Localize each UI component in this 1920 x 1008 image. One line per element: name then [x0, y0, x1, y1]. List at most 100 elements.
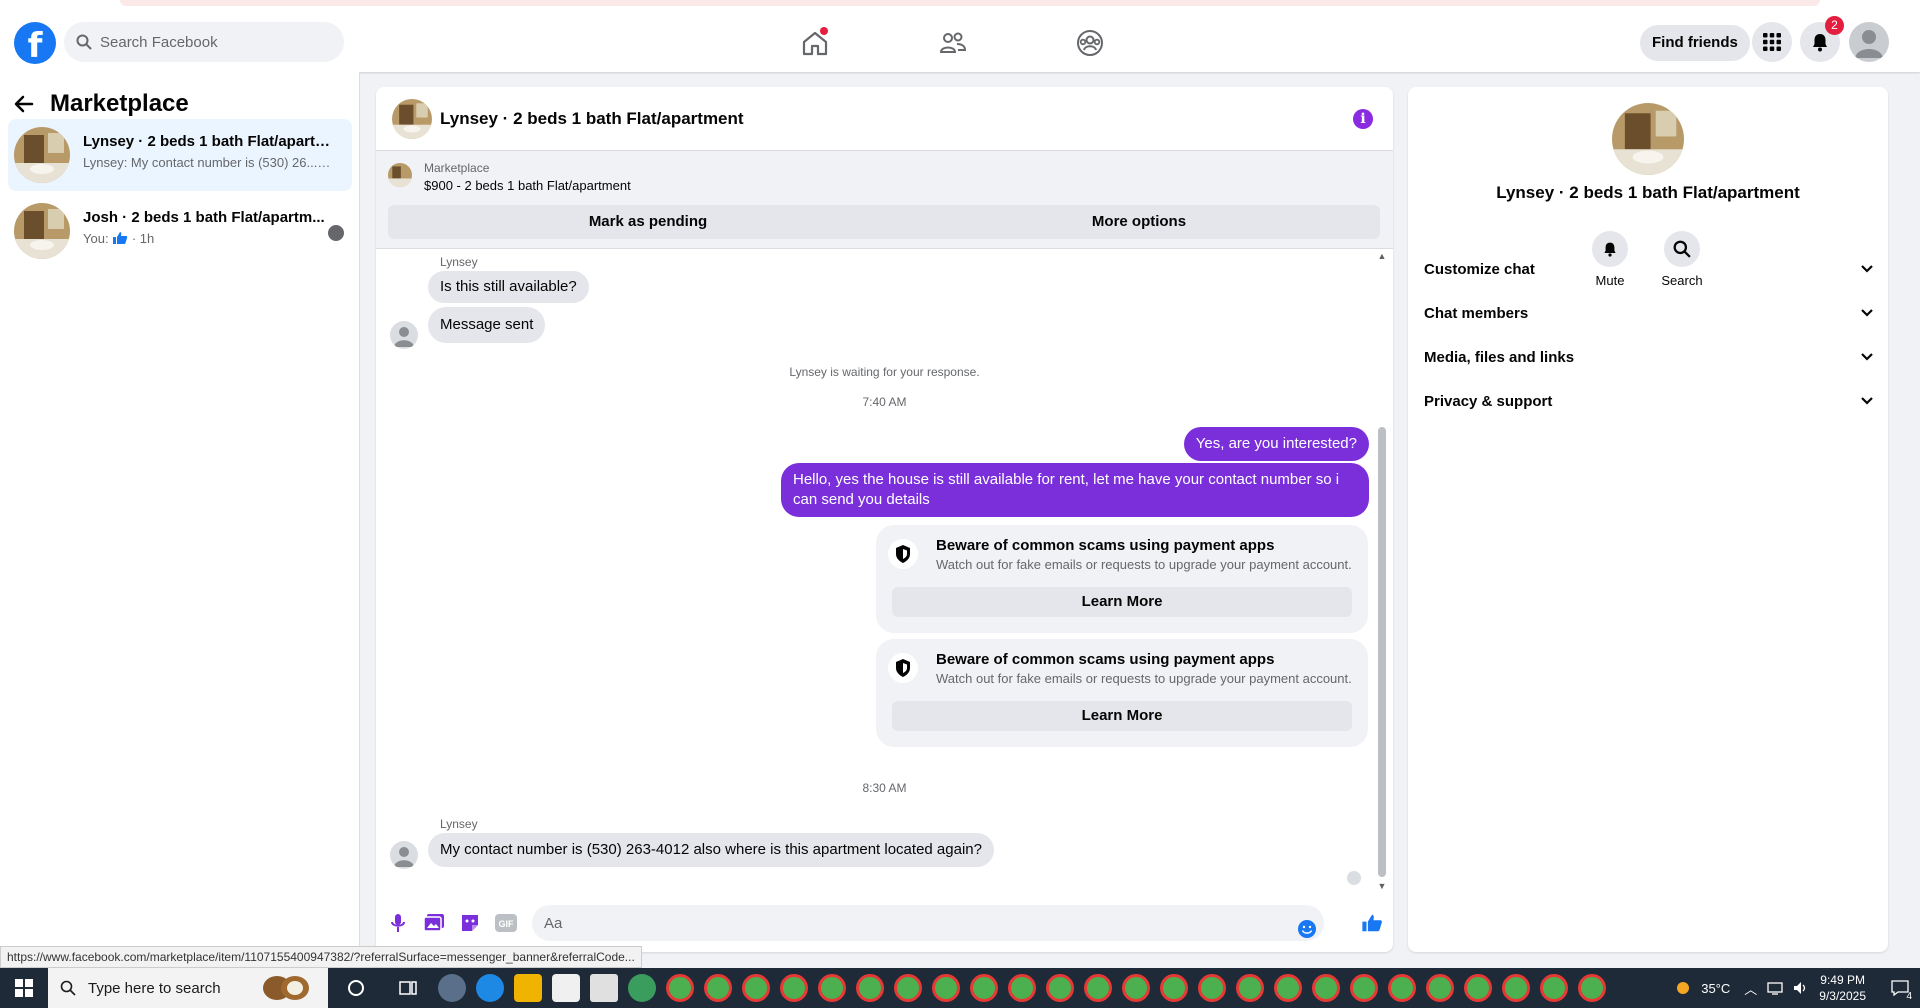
mail-icon[interactable] [590, 974, 618, 1002]
learn-more-button[interactable]: Learn More [892, 701, 1352, 731]
mark-as-pending-button[interactable]: Mark as pending [388, 205, 908, 239]
chevron-down-icon [1861, 309, 1873, 317]
privacy-support-section[interactable]: Privacy & support [1424, 383, 1874, 419]
incoming-message[interactable]: Message sent [428, 307, 546, 343]
sticker-icon[interactable] [458, 911, 482, 935]
cortana-icon[interactable] [346, 978, 366, 1002]
browser-banner-strip [120, 0, 1820, 6]
chrome-icon[interactable] [666, 974, 694, 1002]
chrome-icon[interactable] [970, 974, 998, 1002]
store-icon[interactable] [552, 974, 580, 1002]
customize-chat-section[interactable]: Customize chat [1424, 251, 1874, 287]
scroll-up-icon[interactable]: ▲ [1377, 251, 1387, 261]
scam-warning-description: Watch out for fake emails or requests to… [936, 671, 1352, 686]
system-tray: 35°C ︿ 9:49 PM 9/3/2025 4 [1673, 968, 1920, 1008]
chrome-icon[interactable] [1046, 974, 1074, 1002]
chrome-icon[interactable] [1160, 974, 1188, 1002]
emoji-icon[interactable] [1295, 917, 1319, 941]
sidebar-header: Marketplace [14, 84, 189, 124]
chrome-icon[interactable] [1540, 974, 1568, 1002]
chrome-icon[interactable] [780, 974, 808, 1002]
message-composer: GIF [376, 897, 1393, 952]
facebook-search-input[interactable] [100, 33, 320, 51]
microphone-icon[interactable] [386, 911, 410, 935]
volume-icon[interactable] [1793, 981, 1809, 995]
chrome-icon[interactable] [1008, 974, 1036, 1002]
banner-label: Marketplace [424, 161, 490, 175]
start-button[interactable] [0, 968, 48, 1008]
bell-icon [1813, 34, 1827, 52]
chrome-icon[interactable] [1122, 974, 1150, 1002]
system-clock[interactable]: 9:49 PM 9/3/2025 [1819, 972, 1866, 1004]
app-icon[interactable] [628, 974, 656, 1002]
photo-icon[interactable] [422, 911, 446, 935]
chat-listing-thumbnail[interactable] [392, 99, 432, 139]
timestamp: 7:40 AM [862, 395, 907, 409]
chat-header: Lynsey · 2 beds 1 bath Flat/apartment i [376, 87, 1393, 151]
chrome-icon[interactable] [856, 974, 884, 1002]
incoming-message[interactable]: Is this still available? [428, 271, 589, 303]
chrome-icon[interactable] [894, 974, 922, 1002]
conversation-item[interactable]: Josh · 2 beds 1 bath Flat/apartm... You:… [8, 195, 352, 267]
app-icon[interactable] [438, 974, 466, 1002]
chrome-icon[interactable] [1274, 974, 1302, 1002]
link-preview-status: https://www.facebook.com/marketplace/ite… [0, 946, 642, 968]
chrome-icon[interactable] [1502, 974, 1530, 1002]
scam-warning-title: Beware of common scams using payment app… [936, 651, 1275, 668]
facebook-search-box[interactable] [64, 22, 344, 62]
chrome-icon[interactable] [1426, 974, 1454, 1002]
chrome-icon[interactable] [818, 974, 846, 1002]
scam-warning-description: Watch out for fake emails or requests to… [936, 557, 1352, 572]
nav-friends-button[interactable] [928, 22, 978, 64]
conversation-details-panel: Lynsey · 2 beds 1 bath Flat/apartment Mu… [1408, 87, 1888, 952]
chrome-icon[interactable] [932, 974, 960, 1002]
file-explorer-icon[interactable] [514, 974, 542, 1002]
network-icon[interactable] [1767, 981, 1783, 995]
menu-button[interactable] [1752, 22, 1792, 62]
learn-more-button[interactable]: Learn More [892, 587, 1352, 617]
edge-icon[interactable] [476, 974, 504, 1002]
message-scrollbar[interactable]: ▲ ▼ [1377, 251, 1387, 891]
chrome-icon[interactable] [704, 974, 732, 1002]
task-view-icon[interactable] [398, 978, 418, 1002]
weather-temperature[interactable]: 35°C [1701, 981, 1730, 996]
read-receipt-avatar [1347, 871, 1361, 885]
chrome-icon[interactable] [1312, 974, 1340, 1002]
facebook-logo[interactable]: f [14, 22, 56, 64]
chrome-icon[interactable] [1350, 974, 1378, 1002]
back-arrow-icon[interactable] [14, 94, 34, 114]
friends-icon [939, 32, 967, 53]
taskbar-search[interactable]: Type here to search [48, 968, 328, 1008]
chrome-icon[interactable] [742, 974, 770, 1002]
outgoing-message[interactable]: Hello, yes the house is still available … [781, 463, 1369, 517]
like-icon[interactable] [1360, 911, 1384, 935]
find-friends-button[interactable]: Find friends [1640, 25, 1750, 61]
scroll-thumb[interactable] [1378, 427, 1386, 877]
chrome-icon[interactable] [1236, 974, 1264, 1002]
chrome-icon[interactable] [1578, 974, 1606, 1002]
more-options-button[interactable]: More options [898, 205, 1380, 239]
scroll-down-icon[interactable]: ▼ [1377, 881, 1387, 891]
nav-groups-button[interactable] [1065, 22, 1115, 64]
scam-warning-card: Beware of common scams using payment app… [876, 525, 1368, 633]
account-avatar[interactable] [1849, 22, 1889, 62]
media-files-links-section[interactable]: Media, files and links [1424, 339, 1874, 375]
notifications-button[interactable]: 2 [1800, 16, 1844, 62]
section-label: Chat members [1424, 304, 1529, 322]
listing-price-title[interactable]: $900 - 2 beds 1 bath Flat/apartment [424, 178, 631, 193]
chrome-icon[interactable] [1388, 974, 1416, 1002]
chrome-icon[interactable] [1198, 974, 1226, 1002]
chat-members-section[interactable]: Chat members [1424, 295, 1874, 331]
chevron-up-icon[interactable]: ︿ [1744, 979, 1757, 998]
chrome-icon[interactable] [1464, 974, 1492, 1002]
outgoing-message[interactable]: Yes, are you interested? [1183, 427, 1369, 461]
gif-icon[interactable]: GIF [494, 911, 518, 935]
conversation-item[interactable]: Lynsey · 2 beds 1 bath Flat/apartm... Ly… [8, 119, 352, 191]
nav-home-button[interactable] [790, 22, 840, 64]
notification-center-button[interactable]: 4 [1880, 968, 1920, 1008]
message-input[interactable] [532, 905, 1324, 941]
incoming-message[interactable]: My contact number is (530) 263-4012 also… [428, 833, 994, 867]
chrome-icon[interactable] [1084, 974, 1112, 1002]
chat-title[interactable]: Lynsey · 2 beds 1 bath Flat/apartment [440, 109, 744, 129]
info-icon[interactable]: i [1353, 109, 1373, 129]
